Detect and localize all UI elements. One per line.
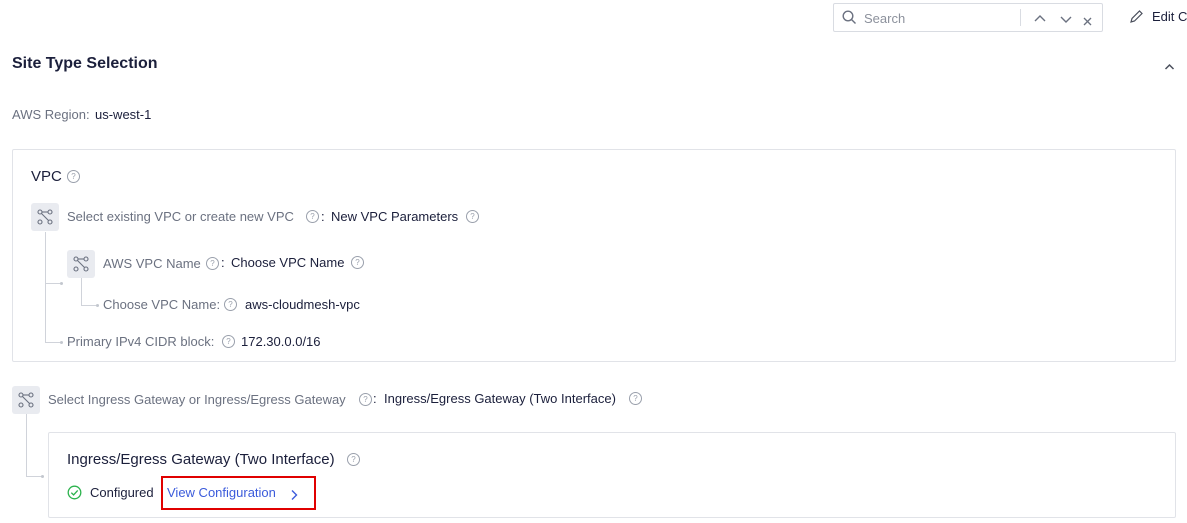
help-icon[interactable]: ? — [351, 256, 364, 269]
section-title: Site Type Selection — [12, 55, 158, 72]
chevron-right-icon — [290, 488, 298, 506]
tree-line — [26, 476, 42, 477]
cidr-value: 172.30.0.0/16 — [241, 334, 321, 349]
tree-dot — [96, 304, 99, 307]
vpc-name-label: AWS VPC Name — [103, 256, 201, 271]
vpc-title: VPC — [31, 168, 62, 185]
pencil-icon — [1129, 9, 1144, 29]
cidr-label: Primary IPv4 CIDR block: — [67, 334, 215, 349]
gateway-select-value: Ingress/Egress Gateway (Two Interface) — [384, 391, 616, 406]
view-configuration-link[interactable]: View Configuration — [161, 476, 316, 510]
vpc-select-value: New VPC Parameters — [331, 209, 459, 224]
close-icon[interactable] — [1083, 13, 1092, 31]
chevron-down-icon[interactable] — [1060, 12, 1072, 30]
search-box[interactable] — [833, 3, 1103, 32]
tree-dot — [41, 475, 44, 478]
search-icon — [842, 10, 857, 30]
gateway-card-title: Ingress/Egress Gateway (Two Interface) — [67, 451, 335, 468]
network-node-icon — [67, 250, 95, 278]
search-divider — [1020, 9, 1021, 26]
edit-label: Edit C — [1152, 9, 1187, 24]
tree-line — [81, 278, 82, 305]
vpc-name-sep: : — [221, 255, 225, 270]
choose-vpc-name-label: Choose VPC Name: — [103, 297, 221, 312]
help-icon[interactable]: ? — [629, 392, 642, 405]
tree-line — [81, 305, 97, 306]
view-configuration-label: View Configuration — [167, 485, 276, 500]
choose-vpc-name-value: aws-cloudmesh-vpc — [245, 297, 360, 312]
gateway-select-sep: : — [373, 391, 377, 406]
tree-line — [45, 283, 61, 284]
vpc-select-sep: : — [321, 209, 325, 224]
region-value: us-west-1 — [95, 107, 152, 122]
help-icon[interactable]: ? — [67, 170, 80, 183]
help-icon[interactable]: ? — [306, 210, 319, 223]
tree-line — [45, 232, 46, 342]
tree-dot — [60, 282, 63, 285]
vpc-select-label: Select existing VPC or create new VPC — [67, 209, 294, 224]
tree-dot — [60, 341, 63, 344]
check-circle-icon — [67, 485, 82, 505]
gateway-select-label: Select Ingress Gateway or Ingress/Egress… — [48, 392, 346, 407]
help-icon[interactable]: ? — [347, 453, 360, 466]
help-icon[interactable]: ? — [224, 298, 237, 311]
collapse-chevron-icon[interactable] — [1164, 58, 1175, 76]
tree-line — [45, 342, 61, 343]
help-icon[interactable]: ? — [206, 257, 219, 270]
chevron-up-icon[interactable] — [1034, 11, 1046, 29]
region-label: AWS Region: — [12, 107, 90, 122]
tree-line — [26, 414, 27, 476]
search-input[interactable] — [862, 9, 1016, 27]
network-node-icon — [31, 203, 59, 231]
network-node-icon — [12, 386, 40, 414]
vpc-name-value: Choose VPC Name — [231, 255, 345, 270]
help-icon[interactable]: ? — [466, 210, 479, 223]
help-icon[interactable]: ? — [359, 393, 372, 406]
help-icon[interactable]: ? — [222, 335, 235, 348]
status-text: Configured — [90, 485, 154, 500]
